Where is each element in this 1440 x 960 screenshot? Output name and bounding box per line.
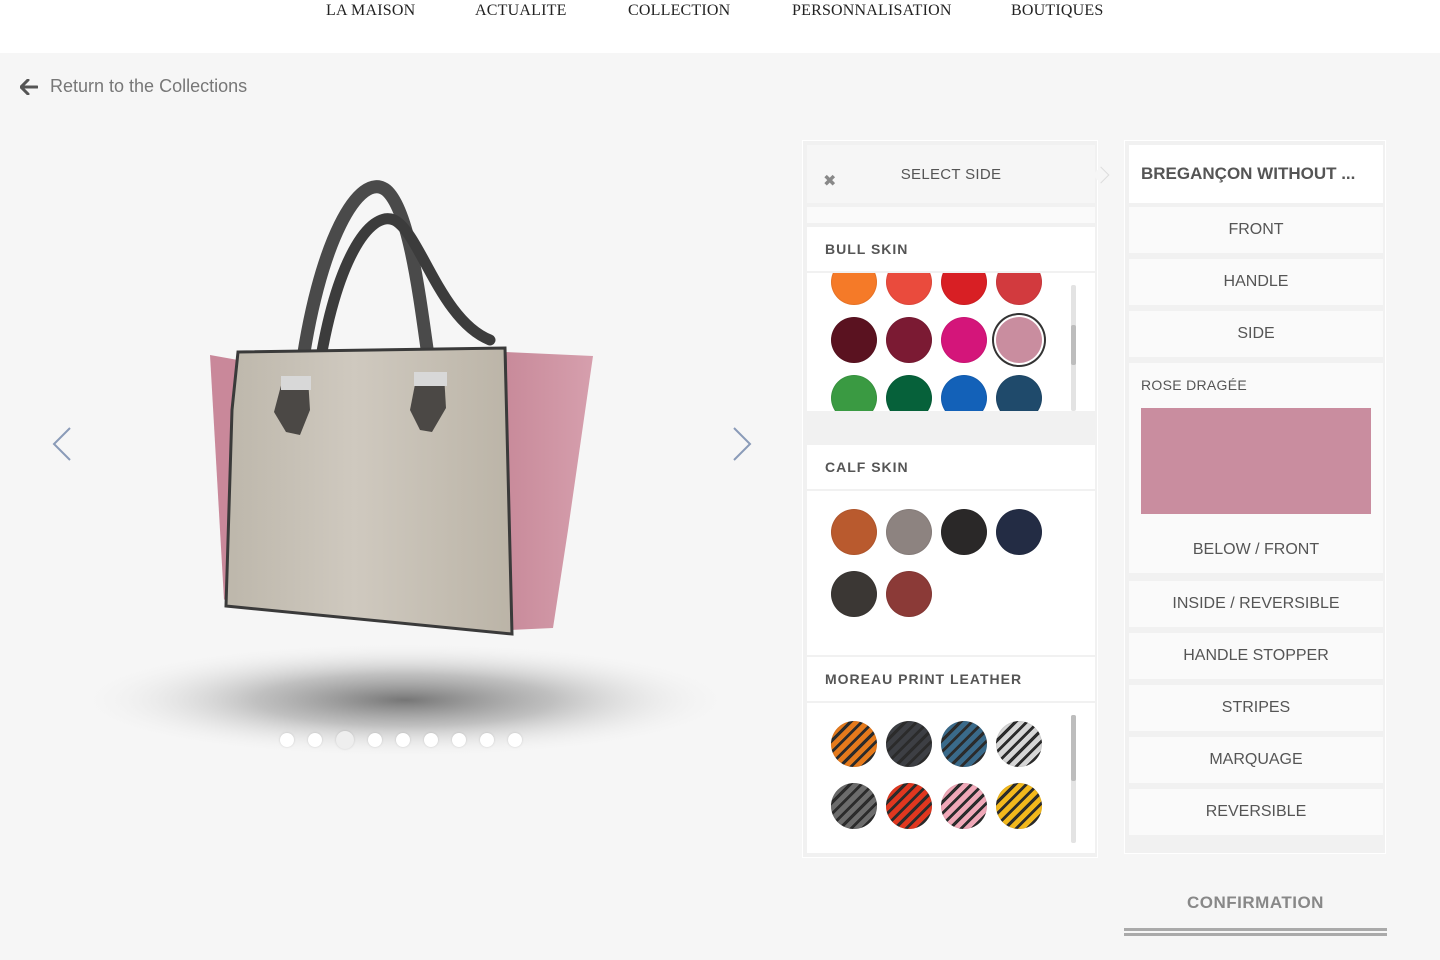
color-swatch[interactable] xyxy=(996,375,1042,411)
part-handle[interactable]: HANDLE xyxy=(1129,259,1383,305)
divider xyxy=(1124,928,1387,931)
back-link-label: Return to the Collections xyxy=(50,76,248,96)
divider xyxy=(807,207,1095,223)
part-stripes[interactable]: STRIPES xyxy=(1129,685,1383,731)
swatch-grid-calf-skin xyxy=(807,491,1095,655)
select-side-title: SELECT SIDE xyxy=(900,166,1002,183)
color-swatch[interactable] xyxy=(831,571,877,617)
group-title-bull-skin: BULL SKIN xyxy=(807,227,1095,271)
selected-part-card: ROSE DRAGÉE BELOW / FRONT xyxy=(1129,363,1383,573)
selected-material-name: ROSE DRAGÉE xyxy=(1141,377,1247,393)
color-swatch[interactable] xyxy=(941,783,987,829)
previous-arrow-icon[interactable] xyxy=(50,426,74,462)
product-viewer xyxy=(0,120,790,840)
select-side-header: ✖ SELECT SIDE xyxy=(807,145,1095,203)
color-swatch[interactable] xyxy=(886,571,932,617)
part-marquage[interactable]: MARQUAGE xyxy=(1129,737,1383,783)
carousel-dot[interactable] xyxy=(508,733,522,747)
group-title-calf-skin: CALF SKIN xyxy=(807,445,1095,489)
confirmation-button[interactable]: CONFIRMATION xyxy=(1124,880,1387,940)
carousel-dot[interactable] xyxy=(308,733,322,747)
swatch-grid-bull-skin xyxy=(807,273,1095,411)
scrollbar[interactable] xyxy=(1071,715,1076,843)
part-inside-reversible[interactable]: INSIDE / REVERSIBLE xyxy=(1129,581,1383,627)
top-navigation: LA MAISON ACTUALITE COLLECTION PERSONNAL… xyxy=(0,0,1440,53)
color-swatch[interactable] xyxy=(886,375,932,411)
color-swatch[interactable] xyxy=(941,375,987,411)
color-swatch[interactable] xyxy=(996,317,1042,363)
carousel-dot[interactable] xyxy=(452,733,466,747)
color-swatch[interactable] xyxy=(996,721,1042,767)
carousel-dot[interactable] xyxy=(396,733,410,747)
color-swatch[interactable] xyxy=(831,509,877,555)
handbag-image xyxy=(75,180,735,758)
carousel-dot[interactable] xyxy=(480,733,494,747)
color-swatch[interactable] xyxy=(886,317,932,363)
color-swatch[interactable] xyxy=(941,317,987,363)
part-below-front[interactable]: BELOW / FRONT xyxy=(1129,527,1383,573)
nav-boutiques[interactable]: BOUTIQUES xyxy=(1011,2,1103,20)
color-swatch[interactable] xyxy=(831,783,877,829)
color-swatch[interactable] xyxy=(996,509,1042,555)
next-arrow-icon[interactable] xyxy=(730,426,754,462)
parts-panel: BREGANÇON WITHOUT ... FRONT HANDLE SIDE … xyxy=(1124,140,1386,854)
side-header-pointer xyxy=(1092,166,1110,184)
color-swatch[interactable] xyxy=(886,273,932,305)
carousel-dot[interactable] xyxy=(280,733,294,747)
product-title: BREGANÇON WITHOUT ... xyxy=(1129,145,1383,203)
part-handle-stopper[interactable]: HANDLE STOPPER xyxy=(1129,633,1383,679)
color-swatch[interactable] xyxy=(886,783,932,829)
nav-collection[interactable]: COLLECTION xyxy=(628,2,730,20)
color-swatch[interactable] xyxy=(996,273,1042,305)
divider xyxy=(1124,933,1387,936)
color-swatch[interactable] xyxy=(996,783,1042,829)
material-preview-swatch xyxy=(1141,408,1371,514)
part-side[interactable]: SIDE xyxy=(1129,311,1383,357)
color-swatch[interactable] xyxy=(941,721,987,767)
color-swatch[interactable] xyxy=(831,273,877,305)
nav-actualite[interactable]: ACTUALITE xyxy=(475,2,567,20)
swatch-grid-moreau-print xyxy=(807,703,1095,853)
carousel-dot[interactable] xyxy=(336,731,354,749)
color-swatch[interactable] xyxy=(941,273,987,305)
color-swatch[interactable] xyxy=(886,509,932,555)
nav-la-maison[interactable]: LA MAISON xyxy=(326,2,415,20)
material-panel: ✖ SELECT SIDE BULL SKIN CALF SKIN MOREAU… xyxy=(802,140,1110,858)
carousel-dots xyxy=(280,731,522,749)
arrow-left-icon xyxy=(20,78,38,95)
color-swatch[interactable] xyxy=(941,509,987,555)
color-swatch[interactable] xyxy=(831,375,877,411)
scrollbar[interactable] xyxy=(1071,285,1076,411)
color-swatch[interactable] xyxy=(831,317,877,363)
group-title-moreau-print: MOREAU PRINT LEATHER xyxy=(807,657,1095,701)
confirmation-label: CONFIRMATION xyxy=(1187,893,1324,912)
color-swatch[interactable] xyxy=(831,721,877,767)
nav-personnalisation[interactable]: PERSONNALISATION xyxy=(792,2,952,20)
carousel-dot[interactable] xyxy=(368,733,382,747)
part-reversible[interactable]: REVERSIBLE xyxy=(1129,789,1383,835)
part-front[interactable]: FRONT xyxy=(1129,207,1383,253)
return-to-collections-link[interactable]: Return to the Collections xyxy=(20,76,247,97)
carousel-dot[interactable] xyxy=(424,733,438,747)
color-swatch[interactable] xyxy=(886,721,932,767)
